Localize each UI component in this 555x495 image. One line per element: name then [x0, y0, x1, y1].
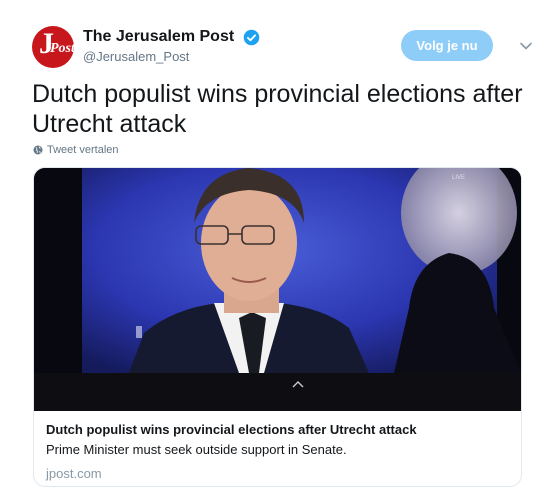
- tweet-text: Dutch populist wins provincial elections…: [32, 80, 523, 138]
- card-body: Dutch populist wins provincial elections…: [34, 411, 521, 483]
- translate-tweet-link[interactable]: Tweet vertalen: [33, 144, 119, 156]
- follow-button[interactable]: Volg je nu: [401, 30, 493, 61]
- chevron-down-icon[interactable]: [519, 39, 533, 53]
- display-name[interactable]: The Jerusalem Post: [83, 27, 234, 47]
- translate-label: Tweet vertalen: [47, 144, 119, 156]
- avatar-letters-post: Post: [50, 41, 74, 56]
- news-photo: LIVE: [34, 168, 521, 411]
- card-image: LIVE: [34, 168, 521, 411]
- account-handle[interactable]: @Jerusalem_Post: [83, 48, 260, 66]
- link-card[interactable]: LIVE Dutch populist wins provincial elec…: [33, 167, 522, 487]
- account-name-block: The Jerusalem Post @Jerusalem_Post: [83, 27, 260, 66]
- card-domain: jpost.com: [46, 466, 102, 481]
- svg-text:LIVE: LIVE: [452, 175, 465, 181]
- avatar[interactable]: J Post: [32, 26, 74, 68]
- verified-badge-icon: [243, 29, 259, 45]
- globe-icon: [33, 145, 43, 155]
- card-description: Prime Minister must seek outside support…: [46, 442, 347, 457]
- tweet-header: J Post The Jerusalem Post @Jerusalem_Pos…: [32, 26, 535, 68]
- card-title: Dutch populist wins provincial elections…: [46, 422, 417, 437]
